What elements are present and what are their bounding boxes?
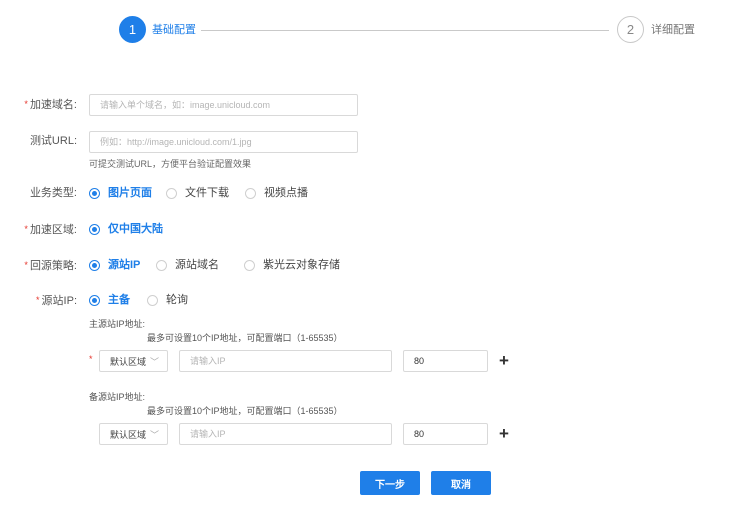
test-url-help: 可提交测试URL，方便平台验证配置效果 (89, 159, 252, 169)
radio-label: 文件下载 (185, 187, 229, 199)
backup-region-select[interactable]: 默认区域 ﹀ (99, 423, 168, 445)
radio-label: 视频点播 (264, 187, 308, 199)
radio-dot (166, 187, 177, 199)
radio-dot (89, 187, 100, 199)
radio-label: 源站IP (108, 259, 141, 271)
origin-policy-label-text: 回源策略: (29, 260, 77, 272)
radio-dot (156, 259, 167, 271)
origin-policy-radio-ip[interactable]: 源站IP (89, 258, 140, 272)
step-divider (201, 30, 609, 31)
required-mark: * (89, 354, 93, 364)
required-mark: * (24, 99, 28, 109)
plus-icon[interactable]: + (499, 425, 509, 442)
origin-policy-label: * 回源策略: (24, 258, 77, 273)
backup-origin-hint: 最多可设置10个IP地址，可配置端口（1-65535） (147, 406, 343, 416)
primary-ip-input[interactable] (179, 350, 392, 372)
next-step-button[interactable]: 下一步 (360, 471, 420, 495)
radio-dot (245, 187, 256, 199)
business-type-radio-vod[interactable]: 视频点播 (245, 186, 308, 200)
region-label: * 加速区域: (24, 222, 77, 237)
domain-label-text: 加速域名: (29, 99, 77, 111)
origin-ip-radio-round-robin[interactable]: 轮询 (147, 293, 188, 307)
region-label-text: 加速区域: (29, 224, 77, 236)
primary-origin-title: 主源站IP地址: (89, 319, 146, 329)
backup-region-value: 默认区域 (110, 429, 147, 440)
required-mark: * (24, 260, 28, 270)
business-type-label: 业务类型: (30, 186, 77, 200)
radio-label: 仅中国大陆 (108, 223, 163, 235)
radio-dot (244, 259, 255, 271)
plus-icon[interactable]: + (499, 352, 509, 369)
chevron-down-icon: ﹀ (149, 357, 159, 367)
radio-dot (89, 259, 100, 271)
chevron-down-icon: ﹀ (149, 430, 159, 440)
radio-dot (89, 223, 100, 235)
step-2-number: 2 (626, 22, 635, 37)
radio-label: 源站域名 (175, 259, 219, 271)
step-2-circle: 2 (617, 16, 644, 43)
backup-ip-input[interactable] (179, 423, 392, 445)
origin-ip-radio-primary-backup[interactable]: 主备 (89, 293, 130, 307)
primary-region-value: 默认区域 (110, 356, 147, 367)
backup-port-value: 80 (414, 429, 425, 439)
primary-port-input[interactable]: 80 (403, 350, 488, 372)
cancel-button[interactable]: 取消 (431, 471, 491, 495)
backup-origin-title: 备源站IP地址: (89, 392, 146, 402)
business-type-radio-image[interactable]: 图片页面 (89, 186, 152, 200)
step-1-label: 基础配置 (152, 24, 196, 36)
step-2-label: 详细配置 (651, 24, 695, 36)
radio-label: 图片页面 (108, 187, 152, 199)
test-url-input[interactable] (89, 131, 358, 153)
radio-dot (147, 294, 158, 306)
region-radio-mainland[interactable]: 仅中国大陆 (89, 222, 163, 236)
radio-dot (89, 294, 100, 306)
test-url-label-text: 测试URL: (29, 135, 77, 147)
business-type-radio-download[interactable]: 文件下载 (166, 186, 229, 200)
step-1-circle: 1 (119, 16, 146, 43)
backup-port-input[interactable]: 80 (403, 423, 488, 445)
origin-ip-label: * 源站IP: (36, 293, 77, 308)
primary-origin-hint: 最多可设置10个IP地址，可配置端口（1-65535） (147, 333, 343, 343)
radio-label: 紫光云对象存储 (263, 259, 340, 271)
test-url-label: 测试URL: (30, 134, 77, 148)
domain-input[interactable] (89, 94, 358, 116)
origin-policy-radio-domain[interactable]: 源站域名 (156, 258, 219, 272)
domain-label: * 加速域名: (24, 97, 77, 112)
origin-policy-radio-oss[interactable]: 紫光云对象存储 (244, 258, 340, 272)
primary-region-select[interactable]: 默认区域 ﹀ (99, 350, 168, 372)
origin-ip-label-text: 源站IP: (41, 295, 77, 307)
business-type-label-text: 业务类型: (29, 187, 77, 199)
primary-port-value: 80 (414, 356, 425, 366)
required-mark: * (24, 224, 28, 234)
required-mark: * (36, 295, 40, 305)
radio-label: 轮询 (166, 294, 188, 306)
radio-label: 主备 (108, 294, 130, 306)
step-1-number: 1 (128, 22, 137, 37)
